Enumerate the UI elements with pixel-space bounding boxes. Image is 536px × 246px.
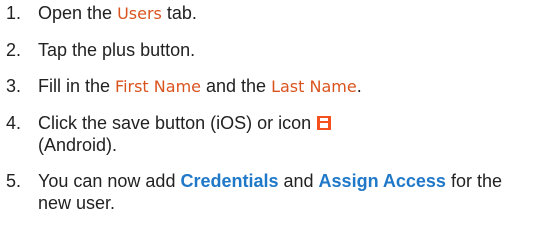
step-number: 4. <box>6 113 22 133</box>
first-name-term: First Name <box>115 77 201 96</box>
step-number: 5. <box>6 171 22 191</box>
step-text-part: Tap the plus button. <box>38 40 196 60</box>
users-tab-term: Users <box>117 4 162 23</box>
step-3: 3. Fill in the First Name and the Last N… <box>0 75 536 98</box>
step-text: Click the save button (iOS) or icon (And… <box>38 112 536 156</box>
step-2: 2. Tap the plus button. <box>0 39 536 61</box>
step-number: 3. <box>6 76 22 96</box>
step-text-part: and the <box>201 76 272 96</box>
step-text-part: You can now add <box>38 171 181 191</box>
credentials-link[interactable]: Credentials <box>180 171 278 191</box>
step-number: 1. <box>6 3 22 23</box>
step-text: Fill in the First Name and the Last Name… <box>38 75 536 98</box>
last-name-term: Last Name <box>271 77 357 96</box>
step-text: Tap the plus button. <box>38 39 536 61</box>
step-5: 5. You can now add Credentials and Assig… <box>0 170 536 214</box>
step-text-part: tab. <box>161 3 197 23</box>
step-text-part: Fill in the <box>38 76 116 96</box>
step-4: 4. Click the save button (iOS) or icon (… <box>0 112 536 156</box>
step-1: 1. Open the Users tab. <box>0 2 536 25</box>
step-text: Open the Users tab. <box>38 2 536 25</box>
step-number: 2. <box>6 40 22 60</box>
step-text-part: . <box>356 76 362 96</box>
step-text-part: (Android). <box>38 135 118 155</box>
step-text-part: and <box>278 171 319 191</box>
step-text-part: Click the save button (iOS) or icon <box>38 113 317 133</box>
step-text: You can now add Credentials and Assign A… <box>38 170 536 214</box>
save-icon <box>317 116 332 130</box>
instruction-steps: 1. Open the Users tab. 2. Tap the plus b… <box>0 0 536 214</box>
step-text-part: Open the <box>38 3 118 23</box>
assign-access-link[interactable]: Assign Access <box>319 171 446 191</box>
